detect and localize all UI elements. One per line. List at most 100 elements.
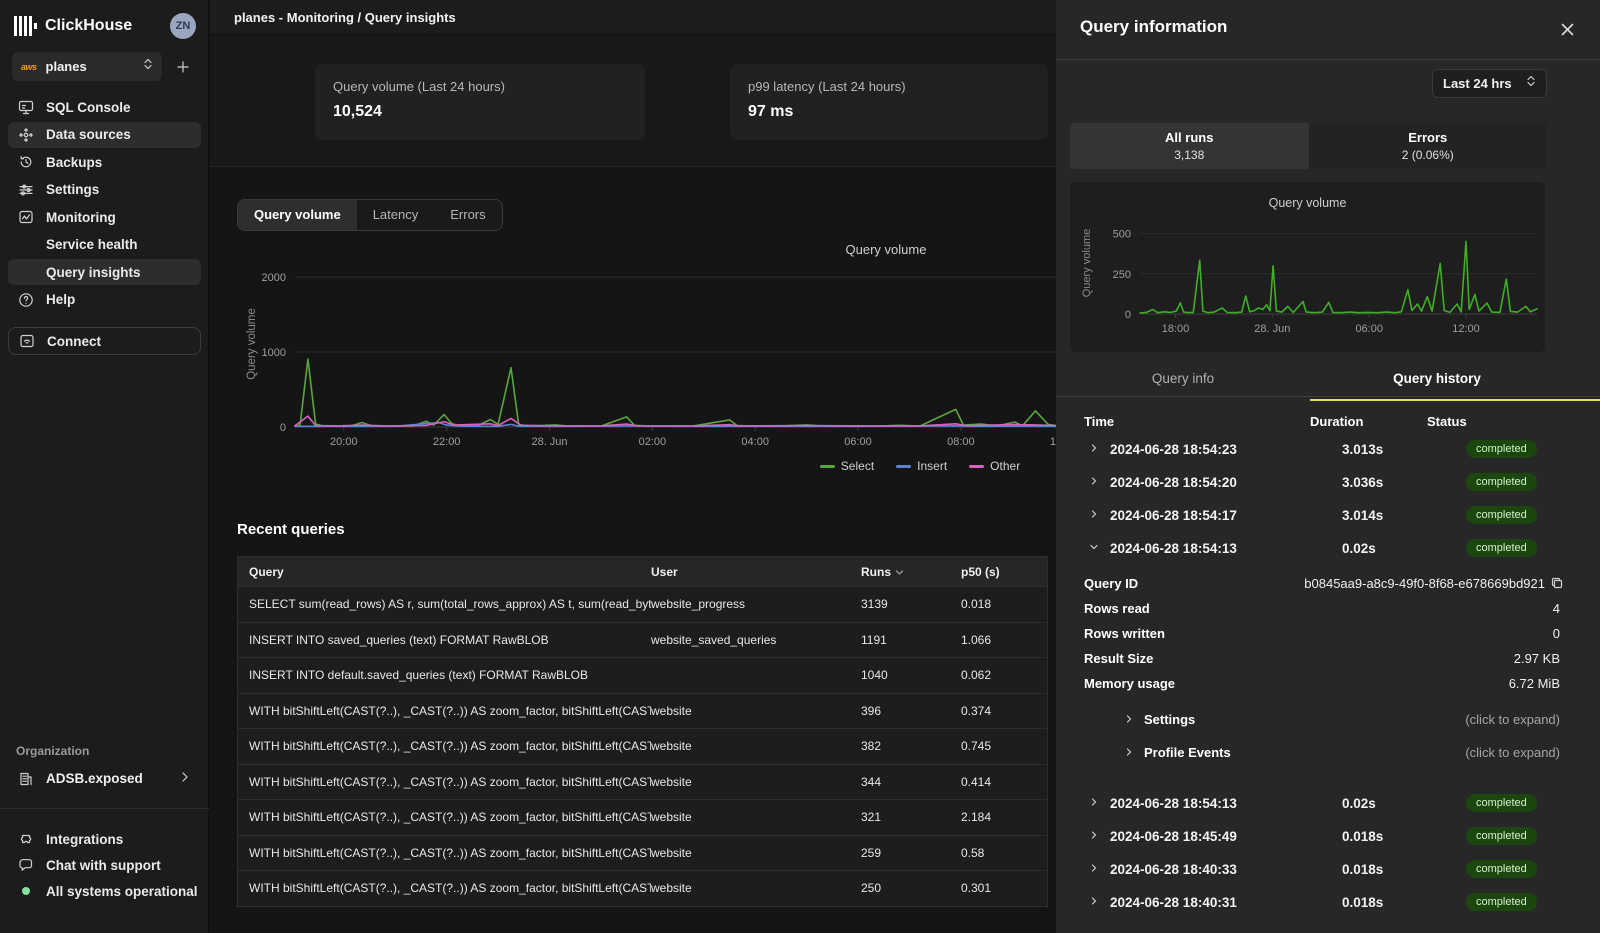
expand-hint: (click to expand)	[1465, 745, 1560, 760]
column-header-query[interactable]: Query	[238, 565, 651, 579]
brand-row: ClickHouse ZN	[14, 8, 196, 44]
run-duration: 0.018s	[1342, 862, 1383, 877]
chevron-right-icon[interactable]	[1089, 797, 1099, 810]
history-row[interactable]: 2024-06-28 18:54:173.014scompleted	[1056, 500, 1600, 533]
connect-label: Connect	[47, 334, 101, 349]
table-row[interactable]: WITH bitShiftLeft(CAST(?..), _CAST(?..))…	[238, 765, 1047, 801]
status-badge: completed	[1466, 473, 1537, 491]
legend-item-select[interactable]: Select	[820, 459, 874, 473]
column-header-runs[interactable]: Runs	[861, 565, 961, 579]
stat-value: 97 ms	[748, 103, 1030, 121]
svg-text:18:00: 18:00	[1162, 323, 1190, 335]
chevron-right-icon[interactable]	[1089, 863, 1099, 876]
column-header-p50-s[interactable]: p50 (s)	[961, 565, 1047, 579]
run-duration: 3.014s	[1342, 508, 1383, 523]
footer-item-integrations[interactable]: Integrations	[8, 826, 201, 852]
table-row[interactable]: WITH bitShiftLeft(CAST(?..), _CAST(?..))…	[238, 694, 1047, 730]
cell-p50: 0.414	[961, 775, 1047, 789]
sidebar-item-monitoring[interactable]: Monitoring	[8, 204, 201, 230]
detail-row-query-id: Query IDb0845aa9-a8c9-49f0-8f68-e678669b…	[1056, 572, 1600, 597]
legend-item-insert[interactable]: Insert	[896, 459, 947, 473]
close-icon[interactable]	[1556, 18, 1578, 40]
sidebar-item-data-sources[interactable]: Data sources	[8, 122, 201, 148]
chevron-right-icon	[1124, 714, 1134, 727]
monitoring-icon	[18, 209, 34, 225]
history-rows: 2024-06-28 18:54:233.013scompleted2024-0…	[1056, 434, 1600, 566]
history-row[interactable]: 2024-06-28 18:54:130.02scompleted	[1056, 533, 1600, 566]
expandable-profile-events[interactable]: Profile Events(click to expand)	[1056, 738, 1600, 771]
svg-text:06:00: 06:00	[1355, 323, 1383, 335]
tab-query-volume[interactable]: Query volume	[238, 200, 357, 230]
chevron-down-icon[interactable]	[1089, 542, 1099, 555]
table-row[interactable]: INSERT INTO default.saved_queries (text)…	[238, 658, 1047, 694]
avatar[interactable]: ZN	[170, 13, 196, 39]
footer-item-chat-with-support[interactable]: Chat with support	[8, 852, 201, 878]
status-badge: completed	[1466, 794, 1537, 812]
chevron-right-icon[interactable]	[1089, 443, 1099, 456]
time-range-select[interactable]: Last 24 hrs	[1432, 69, 1547, 98]
detail-row-rows-read: Rows read4	[1056, 597, 1600, 622]
history-row[interactable]: 2024-06-28 18:54:233.013scompleted	[1056, 434, 1600, 467]
segment-errors[interactable]: Errors2 (0.06%)	[1309, 123, 1548, 169]
cell-runs: 259	[861, 846, 961, 860]
connect-button[interactable]: Connect	[8, 327, 201, 355]
history-row[interactable]: 2024-06-28 18:40:330.018scompleted	[1056, 854, 1600, 887]
service-selector[interactable]: aws planes	[12, 52, 162, 81]
recent-queries-table: QueryUserRunsp50 (s) SELECT sum(read_rows…	[237, 556, 1048, 907]
tab-latency[interactable]: Latency	[357, 200, 435, 230]
sidebar-item-help[interactable]: Help	[8, 287, 201, 313]
history-row[interactable]: 2024-06-28 18:40:310.018scompleted	[1056, 887, 1600, 920]
chevron-right-icon[interactable]	[1089, 830, 1099, 843]
table-row[interactable]: INSERT INTO saved_queries (text) FORMAT …	[238, 623, 1047, 659]
expandable-settings[interactable]: Settings(click to expand)	[1056, 705, 1600, 738]
cell-user: website_saved_queries	[651, 633, 861, 647]
chevron-right-icon[interactable]	[1089, 476, 1099, 489]
tab-query-info[interactable]: Query info	[1056, 366, 1310, 396]
history-row[interactable]: 2024-06-28 18:54:203.036scompleted	[1056, 467, 1600, 500]
sidebar-item-settings[interactable]: Settings	[8, 177, 201, 203]
add-service-button[interactable]	[170, 54, 196, 80]
chevron-right-icon[interactable]	[1089, 509, 1099, 522]
stat-value: 10,524	[333, 103, 627, 121]
mini-chart-card: Query volume Query volume 025050018:0028…	[1070, 182, 1545, 352]
status-badge: completed	[1466, 506, 1537, 524]
cell-runs: 321	[861, 810, 961, 824]
segment-all-runs[interactable]: All runs3,138	[1070, 123, 1309, 169]
table-row[interactable]: WITH bitShiftLeft(CAST(?..), _CAST(?..))…	[238, 836, 1047, 872]
history-row[interactable]: 2024-06-28 18:45:490.018scompleted	[1056, 821, 1600, 854]
sidebar-item-query-insights[interactable]: Query insights	[8, 259, 201, 285]
svg-text:06:00: 06:00	[844, 436, 872, 448]
sidebar-item-sql-console[interactable]: SQL Console	[8, 94, 201, 120]
stat-card-p99-latency: p99 latency (Last 24 hours) 97 ms	[730, 64, 1048, 140]
table-row[interactable]: WITH bitShiftLeft(CAST(?..), _CAST(?..))…	[238, 871, 1047, 907]
table-row[interactable]: WITH bitShiftLeft(CAST(?..), _CAST(?..))…	[238, 729, 1047, 765]
stat-card-query-volume: Query volume (Last 24 hours) 10,524	[315, 64, 645, 140]
run-time: 2024-06-28 18:40:31	[1110, 895, 1237, 910]
legend-label: Other	[990, 459, 1020, 473]
building-icon	[18, 771, 34, 787]
chevron-right-icon[interactable]	[1089, 896, 1099, 909]
sidebar-nav: SQL ConsoleData sourcesBackupsSettingsMo…	[8, 94, 201, 314]
recent-queries-title: Recent queries	[237, 521, 345, 538]
tab-errors[interactable]: Errors	[434, 200, 501, 230]
column-header-user[interactable]: User	[651, 565, 861, 579]
legend-item-other[interactable]: Other	[969, 459, 1020, 473]
svg-text:250: 250	[1113, 269, 1131, 281]
svg-text:20:00: 20:00	[330, 436, 358, 448]
cell-p50: 1.066	[961, 633, 1047, 647]
cell-user: website_progress	[651, 597, 861, 611]
svg-text:1000: 1000	[262, 347, 286, 359]
table-row[interactable]: SELECT sum(read_rows) AS r, sum(total_ro…	[238, 587, 1047, 623]
svg-text:22:00: 22:00	[433, 436, 461, 448]
history-row[interactable]: 2024-06-28 18:54:130.02scompleted	[1056, 788, 1600, 821]
run-duration: 0.018s	[1342, 829, 1383, 844]
cell-p50: 0.018	[961, 597, 1047, 611]
copy-icon[interactable]	[1551, 576, 1563, 594]
footer-item-all-systems-operational[interactable]: All systems operational	[8, 878, 201, 904]
table-row[interactable]: WITH bitShiftLeft(CAST(?..), _CAST(?..))…	[238, 800, 1047, 836]
tab-query-history[interactable]: Query history	[1310, 366, 1564, 396]
sidebar-item-service-health[interactable]: Service health	[8, 232, 201, 258]
organization-switcher[interactable]: ADSB.exposed	[8, 765, 201, 792]
sidebar-item-backups[interactable]: Backups	[8, 149, 201, 175]
query-volume-chart: 01000200020:0022:0028. Jun02:0004:0006:0…	[240, 240, 1056, 485]
